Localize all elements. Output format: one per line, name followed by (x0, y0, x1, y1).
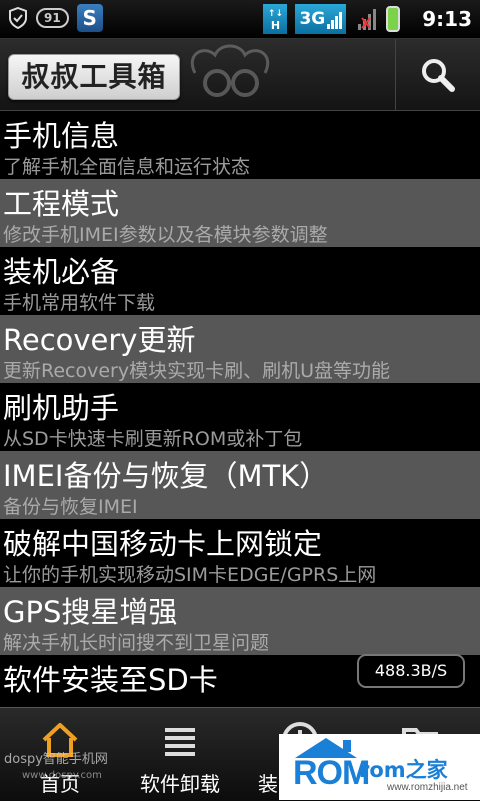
menu-item-engineering-mode[interactable]: 工程模式 修改手机IMEI参数以及各模块参数调整 (0, 179, 480, 247)
no-signal-icon (358, 9, 377, 30)
menu-item-title: 刷机助手 (3, 391, 120, 425)
menu-item-essential-apps[interactable]: 装机必备 手机常用软件下载 (0, 247, 480, 315)
menu-item-subtitle: 从SD卡快速卡刷更新ROM或补丁包 (3, 428, 303, 450)
menu-item-subtitle: 解决手机长时间搜不到卫星问题 (3, 632, 270, 654)
mascot-logo (191, 44, 269, 97)
menu-item-title: 软件安装至SD卡 (3, 663, 218, 697)
menu-list-icon (165, 728, 195, 756)
title-bar: 叔叔工具箱 (0, 39, 480, 111)
menu-item-title: 工程模式 (3, 187, 120, 221)
menu-item-subtitle: 手机常用软件下载 (3, 292, 156, 314)
menu-item-title: GPS搜星增强 (3, 595, 178, 629)
shield-icon (9, 7, 27, 29)
menu-item-subtitle: 让你的手机实现移动SIM卡EDGE/GPRS上网 (3, 564, 377, 586)
menu-item-imei-backup[interactable]: IMEI备份与恢复（MTK） 备份与恢复IMEI (0, 451, 480, 519)
h-network-icon: ↑↓ H (263, 4, 288, 34)
tool-menu-list: 手机信息 了解手机全面信息和运行状态 工程模式 修改手机IMEI参数以及各模块参… (0, 111, 480, 723)
rom-cn-text: rom之家 (359, 758, 448, 782)
search-button[interactable] (395, 39, 480, 110)
network-speed-indicator: 488.3B/S (357, 654, 465, 688)
battery-percent-icon: 91 (36, 8, 69, 28)
clock: 9:13 (422, 7, 472, 31)
romzhijia-watermark: ROM rom之家 www.romzhijia.net (279, 734, 480, 800)
status-bar-left: 91 S (8, 4, 103, 32)
menu-item-subtitle: 了解手机全面信息和运行状态 (3, 156, 251, 178)
app-title: 叔叔工具箱 (8, 54, 180, 100)
menu-item-cmcc-unlock[interactable]: 破解中国移动卡上网锁定 让你的手机实现移动SIM卡EDGE/GPRS上网 (0, 519, 480, 587)
status-bar-right: ↑↓ H 3G 9:13 (263, 4, 472, 34)
rom-logo-text: ROM (293, 754, 370, 792)
menu-item-subtitle: 修改手机IMEI参数以及各模块参数调整 (3, 224, 328, 246)
rom-url-text: www.romzhijia.net (387, 782, 468, 793)
menu-item-title: 手机信息 (3, 119, 120, 153)
app-s-icon: S (76, 4, 103, 32)
3g-signal-icon: 3G (295, 4, 347, 34)
status-bar: 91 S ↑↓ H 3G 9:13 (0, 0, 480, 39)
battery-icon (386, 6, 401, 32)
dospy-watermark: dospy智能手机网 (4, 752, 108, 767)
tab-uninstall[interactable]: 软件卸载 (120, 708, 240, 801)
search-icon (422, 58, 455, 92)
tab-label: 软件卸载 (140, 772, 220, 796)
menu-item-recovery-update[interactable]: Recovery更新 更新Recovery模块实现卡刷、刷机U盘等功能 (0, 315, 480, 383)
menu-item-gps-boost[interactable]: GPS搜星增强 解决手机长时间搜不到卫星问题 (0, 587, 480, 655)
menu-item-subtitle: 备份与恢复IMEI (3, 496, 138, 518)
menu-item-subtitle: 更新Recovery模块实现卡刷、刷机U盘等功能 (3, 360, 391, 382)
menu-item-flash-assistant[interactable]: 刷机助手 从SD卡快速卡刷更新ROM或补丁包 (0, 383, 480, 451)
dospy-url-watermark: www.dospy.com (22, 770, 102, 781)
menu-item-phone-info[interactable]: 手机信息 了解手机全面信息和运行状态 (0, 111, 480, 179)
menu-item-title: 破解中国移动卡上网锁定 (3, 527, 323, 561)
menu-item-title: IMEI备份与恢复（MTK） (3, 459, 329, 493)
menu-item-title: 装机必备 (3, 255, 120, 289)
menu-item-title: Recovery更新 (3, 323, 196, 357)
